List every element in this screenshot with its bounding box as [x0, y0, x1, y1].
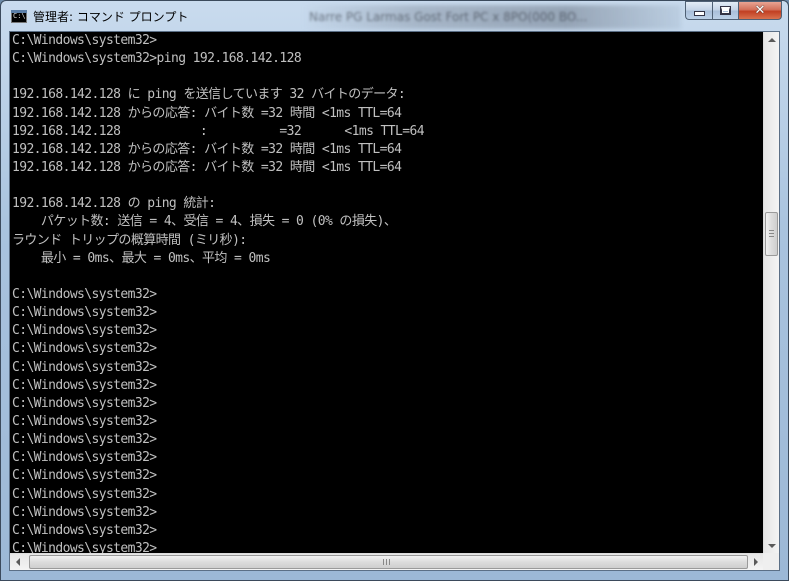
horizontal-scrollbar[interactable] [10, 553, 764, 570]
console-line: C:\Windows\system32> [12, 486, 157, 502]
command-prompt-window: Narre PG Larmas Gost Fort PC x 8PO(000 B… [0, 0, 789, 581]
console-line: C:\Windows\system32> [12, 468, 157, 484]
console-line: C:\Windows\system32> [12, 286, 157, 302]
console-line: 192.168.142.128 : =32 <1ms TTL=64 [12, 123, 425, 139]
console-line: C:\Windows\system32> [12, 413, 157, 429]
console-line: C:\Windows\system32>ping 192.168.142.128 [12, 51, 302, 67]
console-line: 192.168.142.128 からの応答: バイト数 =32 時間 <1ms … [12, 141, 402, 157]
console-line: C:\Windows\system32> [12, 432, 157, 448]
console-line: 192.168.142.128 からの応答: バイト数 =32 時間 <1ms … [12, 159, 402, 175]
console-line: C:\Windows\system32> [12, 504, 157, 520]
console-icon[interactable]: C:\. [11, 10, 30, 23]
console-line: C:\Windows\system32> [12, 522, 157, 538]
console-line: C:\Windows\system32> [12, 377, 157, 393]
caption-buttons: ✕ [685, 1, 782, 20]
console-line: C:\Windows\system32> [12, 540, 157, 554]
close-button[interactable]: ✕ [738, 1, 782, 20]
vertical-scroll-thumb[interactable] [765, 212, 778, 256]
console-line: 192.168.142.128 の ping 統計: [12, 196, 216, 212]
vertical-scrollbar[interactable] [763, 32, 779, 554]
console-line: C:\Windows\system32> [12, 450, 157, 466]
grip-icon [769, 230, 774, 237]
console-line: 192.168.142.128 に ping を送信しています 32 バイトのデ… [12, 87, 406, 103]
console-line: C:\Windows\system32> [12, 395, 157, 411]
console-line: C:\Windows\system32> [12, 323, 157, 339]
scroll-down-icon[interactable] [768, 544, 776, 548]
scroll-left-icon[interactable] [16, 558, 20, 566]
grip-icon [383, 559, 390, 565]
minimize-button[interactable] [685, 1, 712, 20]
console-line: C:\Windows\system32> [12, 33, 157, 48]
title-bar[interactable]: Narre PG Larmas Gost Fort PC x 8PO(000 B… [1, 1, 788, 31]
console-line: C:\Windows\system32> [12, 341, 157, 357]
close-icon: ✕ [754, 3, 766, 18]
console-line: ラウンド トリップの概算時間 (ミリ秒): [12, 232, 247, 248]
console-text: C:\Windows\system32> C:\Windows\system32>… [10, 32, 764, 554]
minimize-icon [693, 11, 705, 16]
background-window-text: Narre PG Larmas Gost Fort PC x 8PO(000 B… [309, 10, 588, 24]
maximize-button[interactable] [712, 1, 738, 20]
scroll-up-icon[interactable] [768, 38, 776, 42]
console-client-area: C:\Windows\system32> C:\Windows\system32>… [9, 31, 780, 571]
console-output[interactable]: C:\Windows\system32> C:\Windows\system32>… [10, 32, 764, 554]
console-line: 最小 = 0ms、最大 = 0ms、平均 = 0ms [12, 250, 271, 266]
scrollbar-corner [763, 553, 779, 570]
console-line: パケット数: 送信 = 4、受信 = 4、損失 = 0 (0% の損失)、 [12, 214, 397, 230]
scroll-right-icon[interactable] [754, 558, 758, 566]
console-line: C:\Windows\system32> [12, 359, 157, 375]
window-title: 管理者: コマンド プロンプト [33, 10, 189, 24]
console-line: 192.168.142.128 からの応答: バイト数 =32 時間 <1ms … [12, 105, 402, 121]
console-line: C:\Windows\system32> [12, 305, 157, 321]
maximize-icon [720, 6, 731, 15]
horizontal-scroll-thumb[interactable] [29, 555, 748, 569]
